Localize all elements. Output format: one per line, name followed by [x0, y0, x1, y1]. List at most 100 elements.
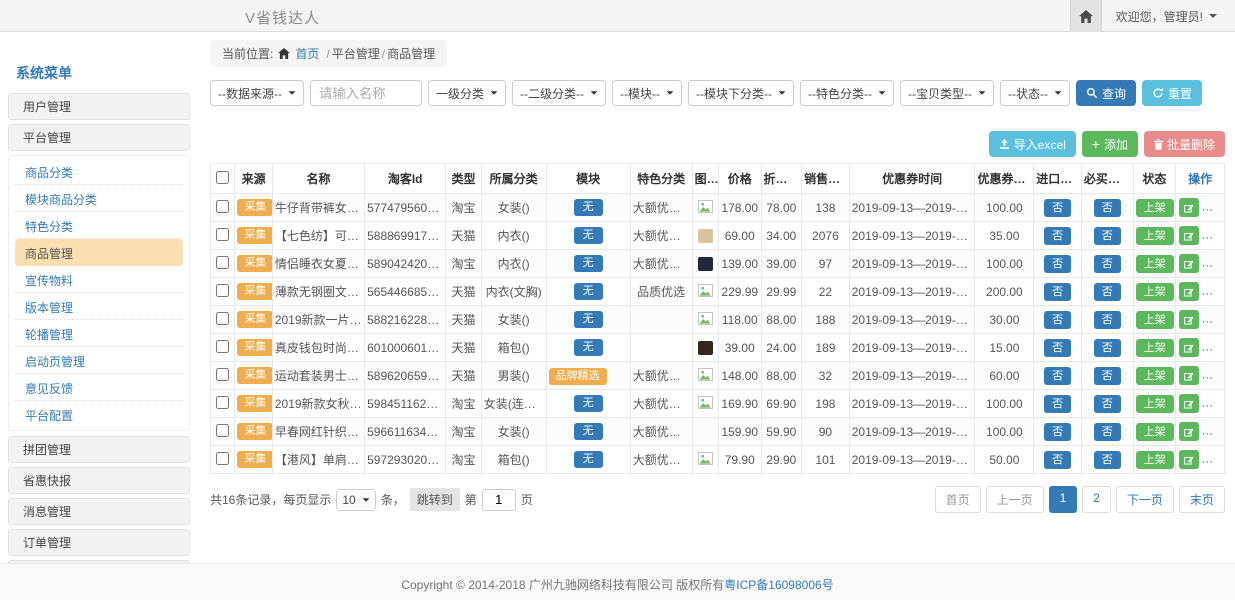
- row-checkbox[interactable]: [216, 312, 229, 325]
- status-button[interactable]: 上架: [1136, 339, 1174, 357]
- status-button[interactable]: 上架: [1136, 199, 1174, 217]
- edit-button[interactable]: [1179, 366, 1199, 385]
- sidebar-item-宣传物料[interactable]: 宣传物料: [15, 266, 183, 293]
- must-buy-toggle[interactable]: 否: [1094, 423, 1121, 441]
- search-button[interactable]: 查询: [1076, 80, 1136, 106]
- row-checkbox[interactable]: [216, 256, 229, 269]
- import-select-toggle[interactable]: 否: [1044, 367, 1071, 385]
- row-checkbox[interactable]: [216, 368, 229, 381]
- filter-select-宝贝类型[interactable]: --宝贝类型--: [900, 80, 994, 106]
- breadcrumb-home-link[interactable]: 首页: [295, 45, 319, 62]
- must-buy-toggle[interactable]: 否: [1094, 227, 1121, 245]
- name-search-input[interactable]: [310, 80, 422, 106]
- filter-select-一级分类[interactable]: 一级分类: [428, 80, 506, 106]
- edit-button[interactable]: [1179, 422, 1199, 441]
- filter-select-模块下分类[interactable]: --模块下分类--: [688, 80, 794, 106]
- sidebar-item-平台配置[interactable]: 平台配置: [15, 401, 183, 428]
- sidebar-group-省惠快报[interactable]: 省惠快报: [8, 467, 190, 494]
- sidebar-item-启动页管理[interactable]: 启动页管理: [15, 347, 183, 374]
- status-cell: 上架: [1133, 306, 1176, 334]
- sidebar-item-特色分类[interactable]: 特色分类: [15, 212, 183, 239]
- filter-select-数据来源[interactable]: --数据来源--: [210, 80, 304, 106]
- sidebar-item-轮播管理[interactable]: 轮播管理: [15, 320, 183, 347]
- user-menu[interactable]: 欢迎您，管理员!: [1102, 8, 1235, 25]
- import-select-toggle[interactable]: 否: [1044, 199, 1071, 217]
- must-buy-toggle[interactable]: 否: [1094, 451, 1121, 469]
- filter-select-特色分类[interactable]: --特色分类--: [800, 80, 894, 106]
- import-select-toggle[interactable]: 否: [1044, 227, 1071, 245]
- import-select-toggle[interactable]: 否: [1044, 339, 1071, 357]
- row-checkbox[interactable]: [216, 228, 229, 241]
- edit-button[interactable]: [1179, 338, 1199, 357]
- import-select-toggle[interactable]: 否: [1044, 255, 1071, 273]
- jump-page-input[interactable]: [482, 489, 516, 511]
- import-select-toggle[interactable]: 否: [1044, 451, 1071, 469]
- page-button-末页[interactable]: 末页: [1179, 486, 1225, 513]
- status-button[interactable]: 上架: [1136, 283, 1174, 301]
- edit-button[interactable]: [1179, 226, 1199, 245]
- edit-button[interactable]: [1179, 394, 1199, 413]
- sidebar-item-商品分类[interactable]: 商品分类: [15, 158, 183, 185]
- status-button[interactable]: 上架: [1136, 395, 1174, 413]
- sidebar-item-版本管理[interactable]: 版本管理: [15, 293, 183, 320]
- status-button[interactable]: 上架: [1136, 367, 1174, 385]
- page-button-2[interactable]: 2: [1082, 486, 1111, 513]
- edit-button[interactable]: [1179, 254, 1199, 273]
- must-buy-toggle[interactable]: 否: [1094, 255, 1121, 273]
- status-button[interactable]: 上架: [1136, 227, 1174, 245]
- must-buy-toggle[interactable]: 否: [1094, 283, 1121, 301]
- row-checkbox[interactable]: [216, 424, 229, 437]
- row-checkbox[interactable]: [216, 200, 229, 213]
- row-checkbox[interactable]: [216, 452, 229, 465]
- discount-price-cell: 24.00: [761, 334, 802, 362]
- taoke-id-cell: 577479560965: [365, 194, 446, 222]
- taoke-id-cell: 565446685867: [365, 278, 446, 306]
- filter-select-状态[interactable]: --状态--: [1000, 80, 1070, 106]
- jump-button[interactable]: 跳转到: [410, 488, 460, 511]
- broken-image-icon: [698, 284, 713, 297]
- sidebar-group-拼团管理[interactable]: 拼团管理: [8, 436, 190, 463]
- sidebar-item-模块商品分类[interactable]: 模块商品分类: [15, 185, 183, 212]
- row-checkbox[interactable]: [216, 284, 229, 297]
- import-select-toggle[interactable]: 否: [1044, 311, 1071, 329]
- import-select-toggle[interactable]: 否: [1044, 283, 1071, 301]
- status-button[interactable]: 上架: [1136, 451, 1174, 469]
- filter-select-二级分类[interactable]: --二级分类--: [512, 80, 606, 106]
- icp-link[interactable]: 粤ICP备16098006号: [724, 576, 833, 593]
- sidebar-item-意见反馈[interactable]: 意见反馈: [15, 374, 183, 401]
- edit-button[interactable]: [1179, 310, 1199, 329]
- row-checkbox[interactable]: [216, 340, 229, 353]
- import-select-toggle[interactable]: 否: [1044, 423, 1071, 441]
- reset-button[interactable]: 重置: [1142, 80, 1202, 106]
- home-button[interactable]: [1070, 0, 1102, 32]
- sidebar-item-商品管理[interactable]: 商品管理: [15, 239, 183, 266]
- import-excel-button[interactable]: 导入excel: [989, 131, 1076, 157]
- edit-button[interactable]: [1179, 282, 1199, 301]
- must-buy-toggle[interactable]: 否: [1094, 367, 1121, 385]
- sidebar-group-订单管理[interactable]: 订单管理: [8, 529, 190, 556]
- filter-select-模块[interactable]: --模块--: [612, 80, 682, 106]
- per-page-select[interactable]: 10: [336, 489, 375, 511]
- must-buy-toggle[interactable]: 否: [1094, 339, 1121, 357]
- select-all-checkbox[interactable]: [216, 171, 229, 184]
- status-button[interactable]: 上架: [1136, 423, 1174, 441]
- sidebar-group-用户管理[interactable]: 用户管理: [8, 93, 190, 120]
- sidebar-group-平台管理[interactable]: 平台管理: [8, 124, 190, 151]
- status-button[interactable]: 上架: [1136, 255, 1174, 273]
- batch-delete-button[interactable]: 批量删除: [1144, 131, 1225, 157]
- page-button-上一页[interactable]: 上一页: [986, 486, 1044, 513]
- must-buy-toggle[interactable]: 否: [1094, 395, 1121, 413]
- page-button-下一页[interactable]: 下一页: [1116, 486, 1174, 513]
- page-button-首页[interactable]: 首页: [935, 486, 981, 513]
- must-buy-toggle[interactable]: 否: [1094, 199, 1121, 217]
- add-button[interactable]: + 添加: [1082, 131, 1138, 157]
- status-button[interactable]: 上架: [1136, 311, 1174, 329]
- sidebar-group-消息管理[interactable]: 消息管理: [8, 498, 190, 525]
- edit-button[interactable]: [1179, 450, 1199, 469]
- import-select-toggle[interactable]: 否: [1044, 395, 1071, 413]
- module-badge: 无: [574, 451, 603, 468]
- must-buy-toggle[interactable]: 否: [1094, 311, 1121, 329]
- row-checkbox[interactable]: [216, 396, 229, 409]
- edit-button[interactable]: [1179, 198, 1199, 217]
- page-button-1[interactable]: 1: [1049, 486, 1078, 513]
